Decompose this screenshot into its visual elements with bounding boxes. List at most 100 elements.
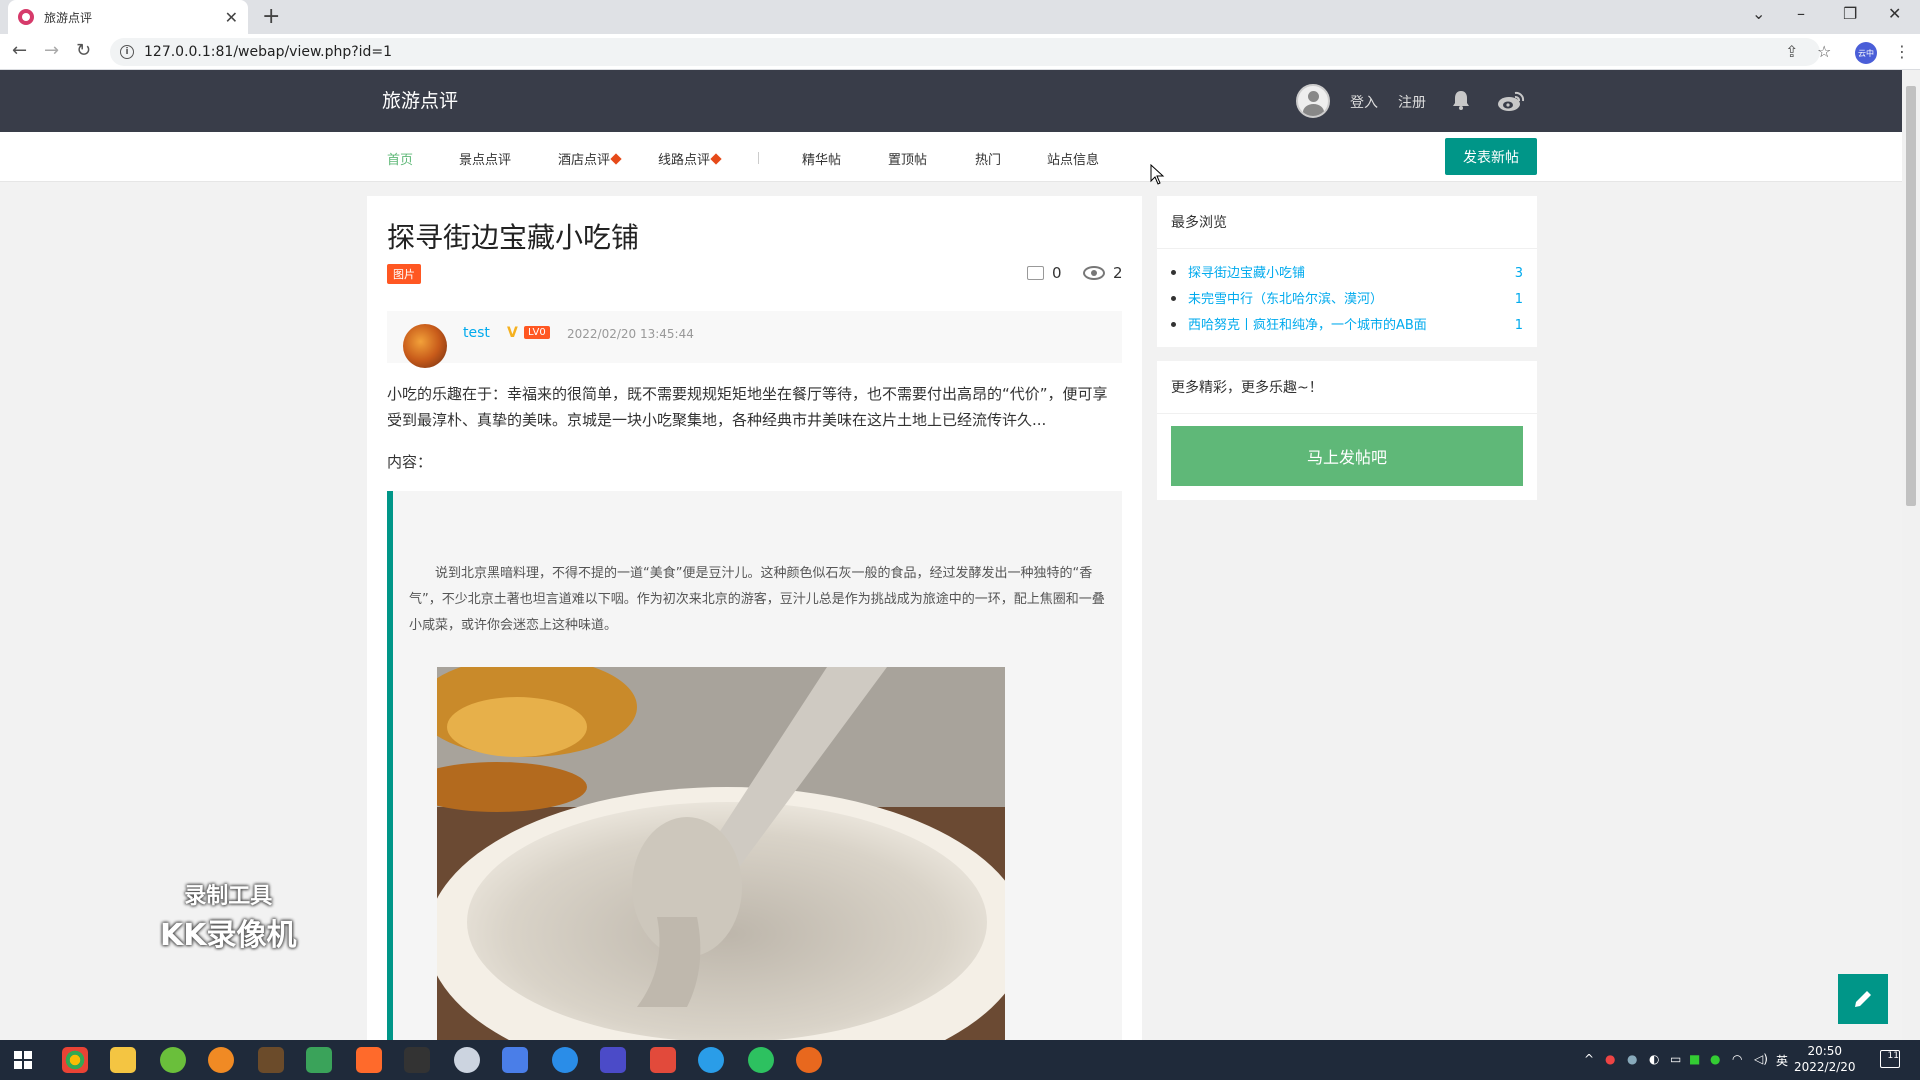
- most-viewed-list: 探寻街边宝藏小吃铺 3 未完雪中行（东北哈尔滨、漠河） 1 西哈努克丨疯狂和纯净…: [1157, 249, 1537, 347]
- restore-icon[interactable]: ❐: [1843, 4, 1857, 23]
- browser-app-icon[interactable]: [552, 1047, 578, 1073]
- most-viewed-item-count: 3: [1514, 266, 1523, 281]
- register-link[interactable]: 注册: [1398, 92, 1426, 112]
- qq-app-icon[interactable]: [404, 1047, 430, 1073]
- page-scrollbar[interactable]: [1902, 70, 1920, 1040]
- nav-featured-posts[interactable]: 精华帖: [802, 149, 841, 168]
- nav-pinned-posts[interactable]: 置顶帖: [888, 149, 927, 168]
- magnifier-app-icon[interactable]: [698, 1047, 724, 1073]
- search-app-icon[interactable]: [208, 1047, 234, 1073]
- site-logo[interactable]: 旅游点评: [382, 86, 458, 113]
- recorder-watermark: 录制工具 KK录像机: [160, 878, 297, 954]
- ime-indicator[interactable]: 英: [1776, 1052, 1788, 1069]
- bullet-icon: [1171, 270, 1176, 275]
- article-panel: 探寻街边宝藏小吃铺 图片 0 2 test V LV0 2022/02/20 1…: [367, 196, 1142, 1040]
- most-viewed-item-count: 1: [1514, 292, 1523, 307]
- nav-route-reviews-label: 线路点评: [658, 153, 711, 168]
- tray-shield-icon[interactable]: ●: [1627, 1052, 1637, 1066]
- promo-card: 更多精彩，更多乐趣~！ 马上发帖吧: [1157, 361, 1537, 500]
- nav-attraction-reviews[interactable]: 景点点评: [459, 149, 511, 168]
- app-icon-orange[interactable]: [356, 1047, 382, 1073]
- address-bar[interactable]: i 127.0.0.1:81/webap/view.php?id=1: [110, 38, 1820, 66]
- new-tab-icon[interactable]: +: [262, 4, 280, 29]
- browser-tab[interactable]: 旅游点评 ✕: [8, 0, 248, 34]
- browser-menu-icon[interactable]: ⋮: [1894, 42, 1910, 61]
- nav-site-info[interactable]: 站点信息: [1047, 149, 1099, 168]
- nav-hot[interactable]: 热门: [975, 149, 1001, 168]
- close-tab-icon[interactable]: ✕: [225, 8, 238, 27]
- floating-edit-button[interactable]: [1838, 974, 1888, 1024]
- taskbar-clock[interactable]: 20:50 2022/2/20: [1794, 1043, 1856, 1075]
- new-post-button[interactable]: 发表新帖: [1445, 138, 1537, 175]
- post-now-button[interactable]: 马上发帖吧: [1171, 426, 1523, 486]
- tray-wechat-icon[interactable]: ●: [1710, 1052, 1720, 1066]
- weibo-icon[interactable]: [1497, 90, 1525, 112]
- site-favicon-icon: [18, 9, 34, 25]
- share-icon[interactable]: ⇪: [1785, 42, 1798, 61]
- content-blockquote: 说到北京黑暗料理，不得不提的一道“美食”便是豆汁儿。这种颜色似石灰一般的食品，经…: [387, 491, 1122, 1040]
- app-icon-blue[interactable]: [502, 1047, 528, 1073]
- article-content: 说到北京黑暗料理，不得不提的一道“美食”便是豆汁儿。这种颜色似石灰一般的食品，经…: [409, 566, 1105, 633]
- nav-home[interactable]: 首页: [387, 149, 413, 168]
- settings-app-icon[interactable]: [454, 1047, 480, 1073]
- windows-start-icon[interactable]: [14, 1051, 32, 1069]
- tray-device-icon[interactable]: ▭: [1670, 1052, 1681, 1066]
- most-viewed-card: 最多浏览 探寻街边宝藏小吃铺 3 未完雪中行（东北哈尔滨、漠河） 1 西哈努克丨…: [1157, 196, 1537, 347]
- comment-count-value: 0: [1052, 264, 1062, 282]
- login-link[interactable]: 登入: [1350, 92, 1378, 112]
- list-item[interactable]: 未完雪中行（东北哈尔滨、漠河） 1: [1171, 287, 1523, 313]
- mouse-cursor-icon: [1150, 164, 1165, 185]
- windows-taskbar: ^ ● ● ◐ ▭ ■ ● ◠ ◁) 英 20:50 2022/2/20 11: [0, 1040, 1920, 1080]
- tab-title: 旅游点评: [44, 10, 93, 25]
- forward-icon[interactable]: →: [44, 40, 59, 61]
- wechat-app-icon[interactable]: [748, 1047, 774, 1073]
- app-icon-face[interactable]: [796, 1047, 822, 1073]
- clock-date: 2022/2/20: [1794, 1060, 1856, 1074]
- scrollbar-thumb[interactable]: [1906, 86, 1916, 506]
- tray-monitor-icon[interactable]: ■: [1689, 1052, 1700, 1066]
- bell-icon[interactable]: [1452, 90, 1470, 110]
- tray-antivirus-icon[interactable]: ●: [1605, 1052, 1615, 1066]
- profile-avatar[interactable]: 云中: [1855, 42, 1877, 64]
- main-nav: 首页 景点点评 酒店点评 线路点评 精华帖 置顶帖 热门 站点信息 发表新帖: [0, 132, 1902, 182]
- tray-app-icon[interactable]: ◐: [1649, 1052, 1659, 1066]
- notification-center-icon[interactable]: 11: [1880, 1050, 1900, 1068]
- file-explorer-icon[interactable]: [110, 1047, 136, 1073]
- image-tag-badge: 图片: [387, 264, 421, 284]
- bullet-icon: [1171, 322, 1176, 327]
- list-item[interactable]: 西哈努克丨疯狂和纯净，一个城市的AB面 1: [1171, 313, 1523, 339]
- author-avatar[interactable]: [403, 324, 447, 368]
- view-count: 2: [1083, 264, 1123, 282]
- user-avatar-icon[interactable]: [1296, 84, 1330, 118]
- app-icon-purple[interactable]: [600, 1047, 626, 1073]
- tray-expand-icon[interactable]: ^: [1584, 1052, 1594, 1066]
- level-badge: LV0: [524, 326, 550, 339]
- browser-tabbar: 旅游点评 ✕ + ⌄ – ❐ ✕: [0, 0, 1920, 34]
- author-name-link[interactable]: test: [463, 325, 490, 341]
- clock-time: 20:50: [1807, 1044, 1843, 1058]
- nav-hotel-reviews-label: 酒店点评: [558, 153, 611, 168]
- most-viewed-item-title: 西哈努克丨疯狂和纯净，一个城市的AB面: [1188, 318, 1427, 333]
- comment-count: 0: [1027, 264, 1062, 282]
- notification-count: 11: [1887, 1051, 1899, 1061]
- most-viewed-title: 最多浏览: [1157, 196, 1537, 249]
- wifi-icon[interactable]: ◠: [1732, 1052, 1742, 1066]
- notepad-app-icon[interactable]: [306, 1047, 332, 1073]
- eye-icon: [1083, 266, 1105, 280]
- nav-route-reviews[interactable]: 线路点评: [658, 149, 722, 168]
- nav-hotel-reviews[interactable]: 酒店点评: [558, 149, 622, 168]
- reload-icon[interactable]: ↻: [76, 40, 91, 61]
- close-window-icon[interactable]: ✕: [1888, 4, 1901, 23]
- tab-search-chevron-icon[interactable]: ⌄: [1752, 4, 1765, 23]
- promo-title: 更多精彩，更多乐趣~！: [1157, 361, 1537, 414]
- volume-icon[interactable]: ◁): [1754, 1052, 1768, 1066]
- site-info-icon[interactable]: i: [120, 45, 134, 59]
- wps-app-icon[interactable]: [650, 1047, 676, 1073]
- minimize-icon[interactable]: –: [1797, 4, 1805, 23]
- list-item[interactable]: 探寻街边宝藏小吃铺 3: [1171, 261, 1523, 287]
- bookmark-star-icon[interactable]: ☆: [1817, 42, 1831, 61]
- chrome-app-icon[interactable]: [62, 1047, 88, 1073]
- app-icon-green[interactable]: [160, 1047, 186, 1073]
- back-icon[interactable]: ←: [12, 40, 27, 61]
- app-icon-game[interactable]: [258, 1047, 284, 1073]
